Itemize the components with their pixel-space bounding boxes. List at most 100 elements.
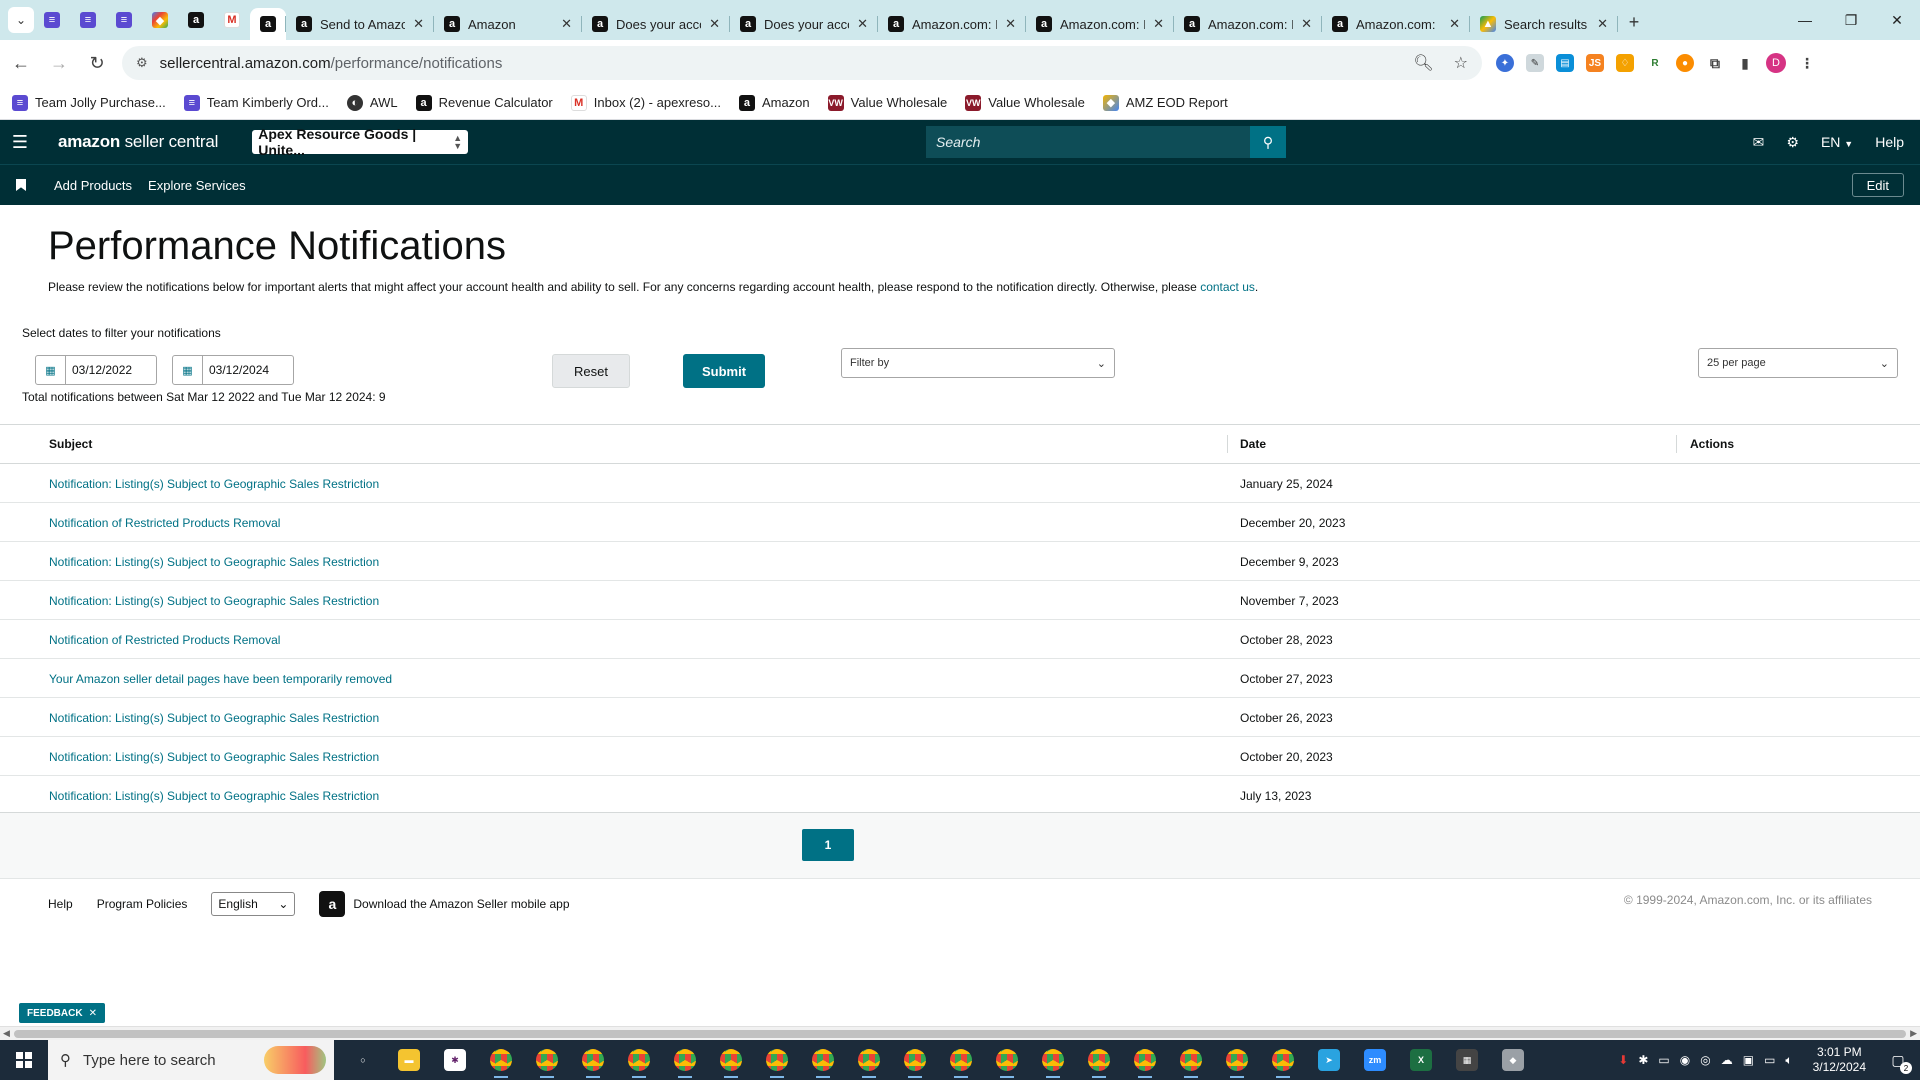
bookmark-item[interactable]: a Revenue Calculator	[415, 94, 553, 111]
pinned-tab[interactable]: ≡	[70, 4, 106, 36]
notification-subject-link[interactable]: Notification: Listing(s) Subject to Geog…	[49, 477, 379, 491]
profile-avatar[interactable]: D	[1766, 53, 1786, 73]
back-button[interactable]: ←	[4, 46, 38, 80]
chrome-icon[interactable]	[938, 1040, 984, 1080]
store-selector[interactable]: Apex Resource Goods | Unite... ▲ ▼	[252, 126, 469, 158]
pinned-tab[interactable]: a	[178, 4, 214, 36]
extension-icon[interactable]: ▤	[1556, 54, 1574, 72]
new-tab-button[interactable]: +	[1618, 6, 1650, 38]
close-icon[interactable]: ✕	[1301, 16, 1312, 32]
site-info-icon[interactable]: ⚙	[136, 55, 148, 71]
chrome-icon[interactable]	[846, 1040, 892, 1080]
header-search-button[interactable]: ⚲	[1250, 126, 1286, 158]
bookmark-item[interactable]: M Inbox (2) - apexreso...	[570, 94, 721, 111]
notification-subject-link[interactable]: Notification: Listing(s) Subject to Geog…	[49, 789, 379, 803]
notification-center-button[interactable]: ▢ 2	[1886, 1048, 1912, 1074]
notification-subject-link[interactable]: Notification of Restricted Products Remo…	[49, 516, 280, 530]
chrome-icon[interactable]	[708, 1040, 754, 1080]
chrome-icon[interactable]	[984, 1040, 1030, 1080]
slack-icon[interactable]: ✱	[432, 1040, 478, 1080]
app-icon[interactable]: ◆	[1490, 1040, 1536, 1080]
tab-search-button[interactable]: ⌄	[8, 7, 34, 33]
header-search-input[interactable]	[926, 126, 1250, 158]
browser-tab[interactable]: a Amazon.com: I ✕	[1026, 8, 1174, 40]
monitor-icon[interactable]: ▭	[1658, 1053, 1669, 1067]
chrome-icon[interactable]	[892, 1040, 938, 1080]
column-divider[interactable]	[1676, 435, 1677, 453]
chrome-icon[interactable]	[662, 1040, 708, 1080]
column-header-subject[interactable]: Subject	[49, 437, 92, 451]
volume-icon[interactable]: 🔈︎	[1785, 1053, 1792, 1068]
browser-tab[interactable]: a Does your acco ✕	[582, 8, 730, 40]
close-icon[interactable]: ✕	[89, 1008, 97, 1019]
task-view-icon[interactable]: ○	[340, 1040, 386, 1080]
notification-subject-link[interactable]: Notification: Listing(s) Subject to Geog…	[49, 711, 379, 725]
pdf-icon[interactable]: ⬇	[1618, 1053, 1628, 1067]
zoom-icon[interactable]: 🔍︎	[1413, 53, 1433, 73]
star-icon[interactable]: ☆	[1454, 53, 1468, 73]
submit-button[interactable]: Submit	[683, 354, 765, 388]
notification-subject-link[interactable]: Notification of Restricted Products Remo…	[49, 633, 280, 647]
bookmark-item[interactable]: ≡ Team Kimberly Ord...	[183, 94, 329, 111]
zoom-tray-icon[interactable]: ◉	[1680, 1053, 1690, 1067]
chrome-icon[interactable]	[616, 1040, 662, 1080]
file-explorer-icon[interactable]: ▬	[386, 1040, 432, 1080]
zoom-icon[interactable]: zm	[1352, 1040, 1398, 1080]
calendar-icon[interactable]: ▦	[173, 356, 203, 384]
bookmark-icon[interactable]	[16, 179, 26, 191]
extension-icon[interactable]: ✎	[1526, 54, 1544, 72]
notification-subject-link[interactable]: Notification: Listing(s) Subject to Geog…	[49, 750, 379, 764]
close-icon[interactable]: ✕	[413, 16, 424, 32]
chrome-icon[interactable]	[478, 1040, 524, 1080]
notification-subject-link[interactable]: Notification: Listing(s) Subject to Geog…	[49, 555, 379, 569]
restore-button[interactable]: ❐	[1828, 0, 1874, 40]
bookmark-item[interactable]: VW Value Wholesale	[965, 94, 1085, 111]
browser-tab[interactable]: a Send to Amazon ✕	[286, 8, 434, 40]
chrome-icon[interactable]	[1030, 1040, 1076, 1080]
excel-icon[interactable]: X	[1398, 1040, 1444, 1080]
pinned-tab[interactable]: ◆	[142, 4, 178, 36]
browser-tab[interactable]: a Amazon.com: ✕	[1322, 8, 1470, 40]
browser-tab[interactable]: a Does your acco ✕	[730, 8, 878, 40]
scroll-left-icon[interactable]: ◀	[3, 1028, 10, 1039]
calendar-icon[interactable]: ▦	[36, 356, 66, 384]
notification-subject-link[interactable]: Notification: Listing(s) Subject to Geog…	[49, 594, 379, 608]
date-from-input[interactable]: ▦ 03/12/2022	[35, 355, 157, 385]
side-panel-icon[interactable]: ▮	[1736, 54, 1754, 72]
app-download-link[interactable]: a Download the Amazon Seller mobile app	[319, 890, 570, 917]
contact-us-link[interactable]: contact us	[1200, 280, 1255, 294]
chrome-icon[interactable]	[1214, 1040, 1260, 1080]
scrollbar-thumb[interactable]	[14, 1030, 1906, 1038]
extension-icon[interactable]: R	[1646, 54, 1664, 72]
subnav-add-products[interactable]: Add Products	[54, 178, 132, 193]
cloud-icon[interactable]: ☁	[1721, 1053, 1733, 1067]
pinned-tab[interactable]: M	[214, 4, 250, 36]
close-window-button[interactable]: ✕	[1874, 0, 1920, 40]
extension-icon[interactable]: ●	[1676, 54, 1694, 72]
footer-help-link[interactable]: Help	[48, 897, 73, 911]
horizontal-scrollbar[interactable]: ◀ ▶	[0, 1026, 1920, 1040]
extension-icon[interactable]: JS	[1586, 54, 1604, 72]
chrome-icon[interactable]	[1260, 1040, 1306, 1080]
bookmark-item[interactable]: ≡ Team Jolly Purchase...	[12, 94, 166, 111]
chrome-icon[interactable]	[570, 1040, 616, 1080]
minimize-button[interactable]: —	[1782, 0, 1828, 40]
camera-icon[interactable]: ▣	[1743, 1053, 1754, 1067]
chrome-icon[interactable]	[524, 1040, 570, 1080]
bookmark-item[interactable]: a Amazon	[738, 94, 810, 111]
column-header-date[interactable]: Date	[1240, 437, 1266, 451]
chrome-icon[interactable]	[754, 1040, 800, 1080]
puzzle-icon[interactable]: ⧉	[1706, 54, 1724, 72]
more-menu-icon[interactable]: ⋮	[1798, 54, 1816, 72]
calculator-icon[interactable]: ▦	[1444, 1040, 1490, 1080]
feedback-button[interactable]: FEEDBACK ✕	[19, 1003, 105, 1023]
chrome-tray-icon[interactable]: ◎	[1700, 1053, 1710, 1067]
extension-icon[interactable]: ♢	[1616, 54, 1634, 72]
clock[interactable]: 3:01 PM 3/12/2024	[1813, 1045, 1866, 1075]
close-icon[interactable]: ✕	[857, 16, 868, 32]
taskbar-search[interactable]: ⚲ Type here to search	[48, 1040, 334, 1080]
forward-button[interactable]: →	[42, 46, 76, 80]
browser-tab[interactable]: ▲ Search results ✕	[1470, 8, 1618, 40]
bookmark-item[interactable]: VW Value Wholesale	[827, 94, 947, 111]
footer-policies-link[interactable]: Program Policies	[97, 897, 188, 911]
